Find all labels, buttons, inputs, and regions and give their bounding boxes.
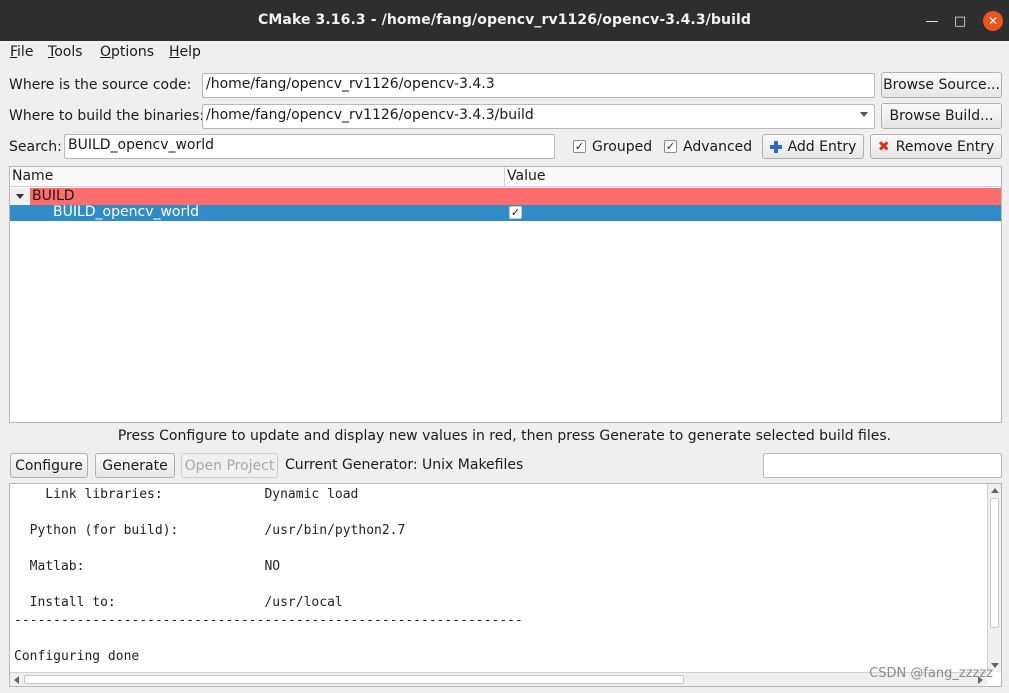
- search-input[interactable]: BUILD_opencv_world: [64, 134, 555, 159]
- source-label: Where is the source code:: [9, 77, 192, 93]
- tree-item-name: BUILD_opencv_world: [53, 204, 200, 220]
- grouped-label: Grouped: [592, 139, 653, 155]
- tree-item-row[interactable]: BUILD_opencv_world ✓: [10, 204, 1001, 221]
- title-bar: CMake 3.16.3 - /home/fang/opencv_rv1126/…: [0, 0, 1009, 41]
- close-icon[interactable]: ✕: [983, 11, 1003, 31]
- scroll-left-icon[interactable]: [14, 676, 19, 684]
- vertical-scrollbar[interactable]: [987, 484, 1001, 672]
- expand-arrow-icon[interactable]: [16, 194, 24, 199]
- tree-item-value-checkbox[interactable]: ✓: [509, 206, 522, 219]
- menu-tools[interactable]: Tools: [48, 44, 83, 60]
- output-log[interactable]: Link libraries: Dynamic load Python (for…: [9, 483, 1002, 687]
- menu-options[interactable]: Options: [100, 44, 154, 60]
- remove-x-icon: ✖: [877, 138, 890, 155]
- output-log-text: Link libraries: Dynamic load Python (for…: [14, 487, 523, 664]
- horizontal-scroll-thumb[interactable]: [24, 675, 684, 684]
- column-header-value[interactable]: Value: [507, 168, 545, 184]
- vertical-scroll-thumb[interactable]: [990, 498, 999, 628]
- configure-button[interactable]: Configure: [10, 453, 88, 478]
- add-entry-label: Add Entry: [787, 138, 857, 155]
- progress-field: [763, 453, 1002, 478]
- watermark-text: CSDN @fang_zzzzz: [869, 666, 993, 681]
- binaries-path-combo[interactable]: /home/fang/opencv_rv1126/opencv-3.4.3/bu…: [202, 104, 875, 129]
- grouped-checkbox[interactable]: ✓: [573, 140, 586, 153]
- horizontal-scrollbar[interactable]: [10, 672, 987, 686]
- advanced-checkbox[interactable]: ✓: [664, 140, 677, 153]
- window-title: CMake 3.16.3 - /home/fang/opencv_rv1126/…: [257, 12, 751, 28]
- minimize-icon[interactable]: —: [922, 11, 942, 31]
- column-separator[interactable]: [504, 167, 505, 186]
- tree-group-name: BUILD: [32, 188, 75, 204]
- chevron-down-icon[interactable]: [860, 112, 868, 117]
- plus-icon: [769, 140, 782, 153]
- generate-button[interactable]: Generate: [95, 453, 175, 478]
- column-header-name[interactable]: Name: [12, 168, 53, 184]
- add-entry-button[interactable]: Add Entry: [762, 134, 864, 159]
- scroll-up-icon[interactable]: [991, 488, 999, 493]
- remove-entry-button[interactable]: ✖ Remove Entry: [870, 134, 1002, 159]
- source-path-input[interactable]: /home/fang/opencv_rv1126/opencv-3.4.3: [202, 73, 875, 98]
- open-project-button[interactable]: Open Project: [181, 453, 278, 478]
- tree-header: Name Value: [10, 167, 1001, 187]
- browse-build-button[interactable]: Browse Build...: [881, 103, 1002, 129]
- menu-bar: File Tools Options Help: [0, 41, 1009, 65]
- remove-entry-label: Remove Entry: [895, 138, 995, 155]
- menu-file[interactable]: File: [10, 44, 33, 60]
- group-highlight: [30, 188, 1001, 205]
- advanced-label: Advanced: [683, 139, 753, 155]
- menu-help[interactable]: Help: [169, 44, 201, 60]
- binaries-label: Where to build the binaries:: [9, 108, 205, 124]
- binaries-path-value: /home/fang/opencv_rv1126/opencv-3.4.3/bu…: [206, 107, 534, 123]
- cache-entries-tree[interactable]: Name Value BUILD BUILD_opencv_world ✓: [9, 166, 1002, 423]
- maximize-icon[interactable]: □: [950, 11, 970, 31]
- info-message: Press Configure to update and display ne…: [117, 428, 892, 444]
- tree-group-row[interactable]: BUILD: [10, 188, 1001, 205]
- search-label: Search:: [9, 139, 62, 155]
- browse-source-button[interactable]: Browse Source...: [881, 72, 1002, 98]
- current-generator-text: Current Generator: Unix Makefiles: [285, 457, 524, 473]
